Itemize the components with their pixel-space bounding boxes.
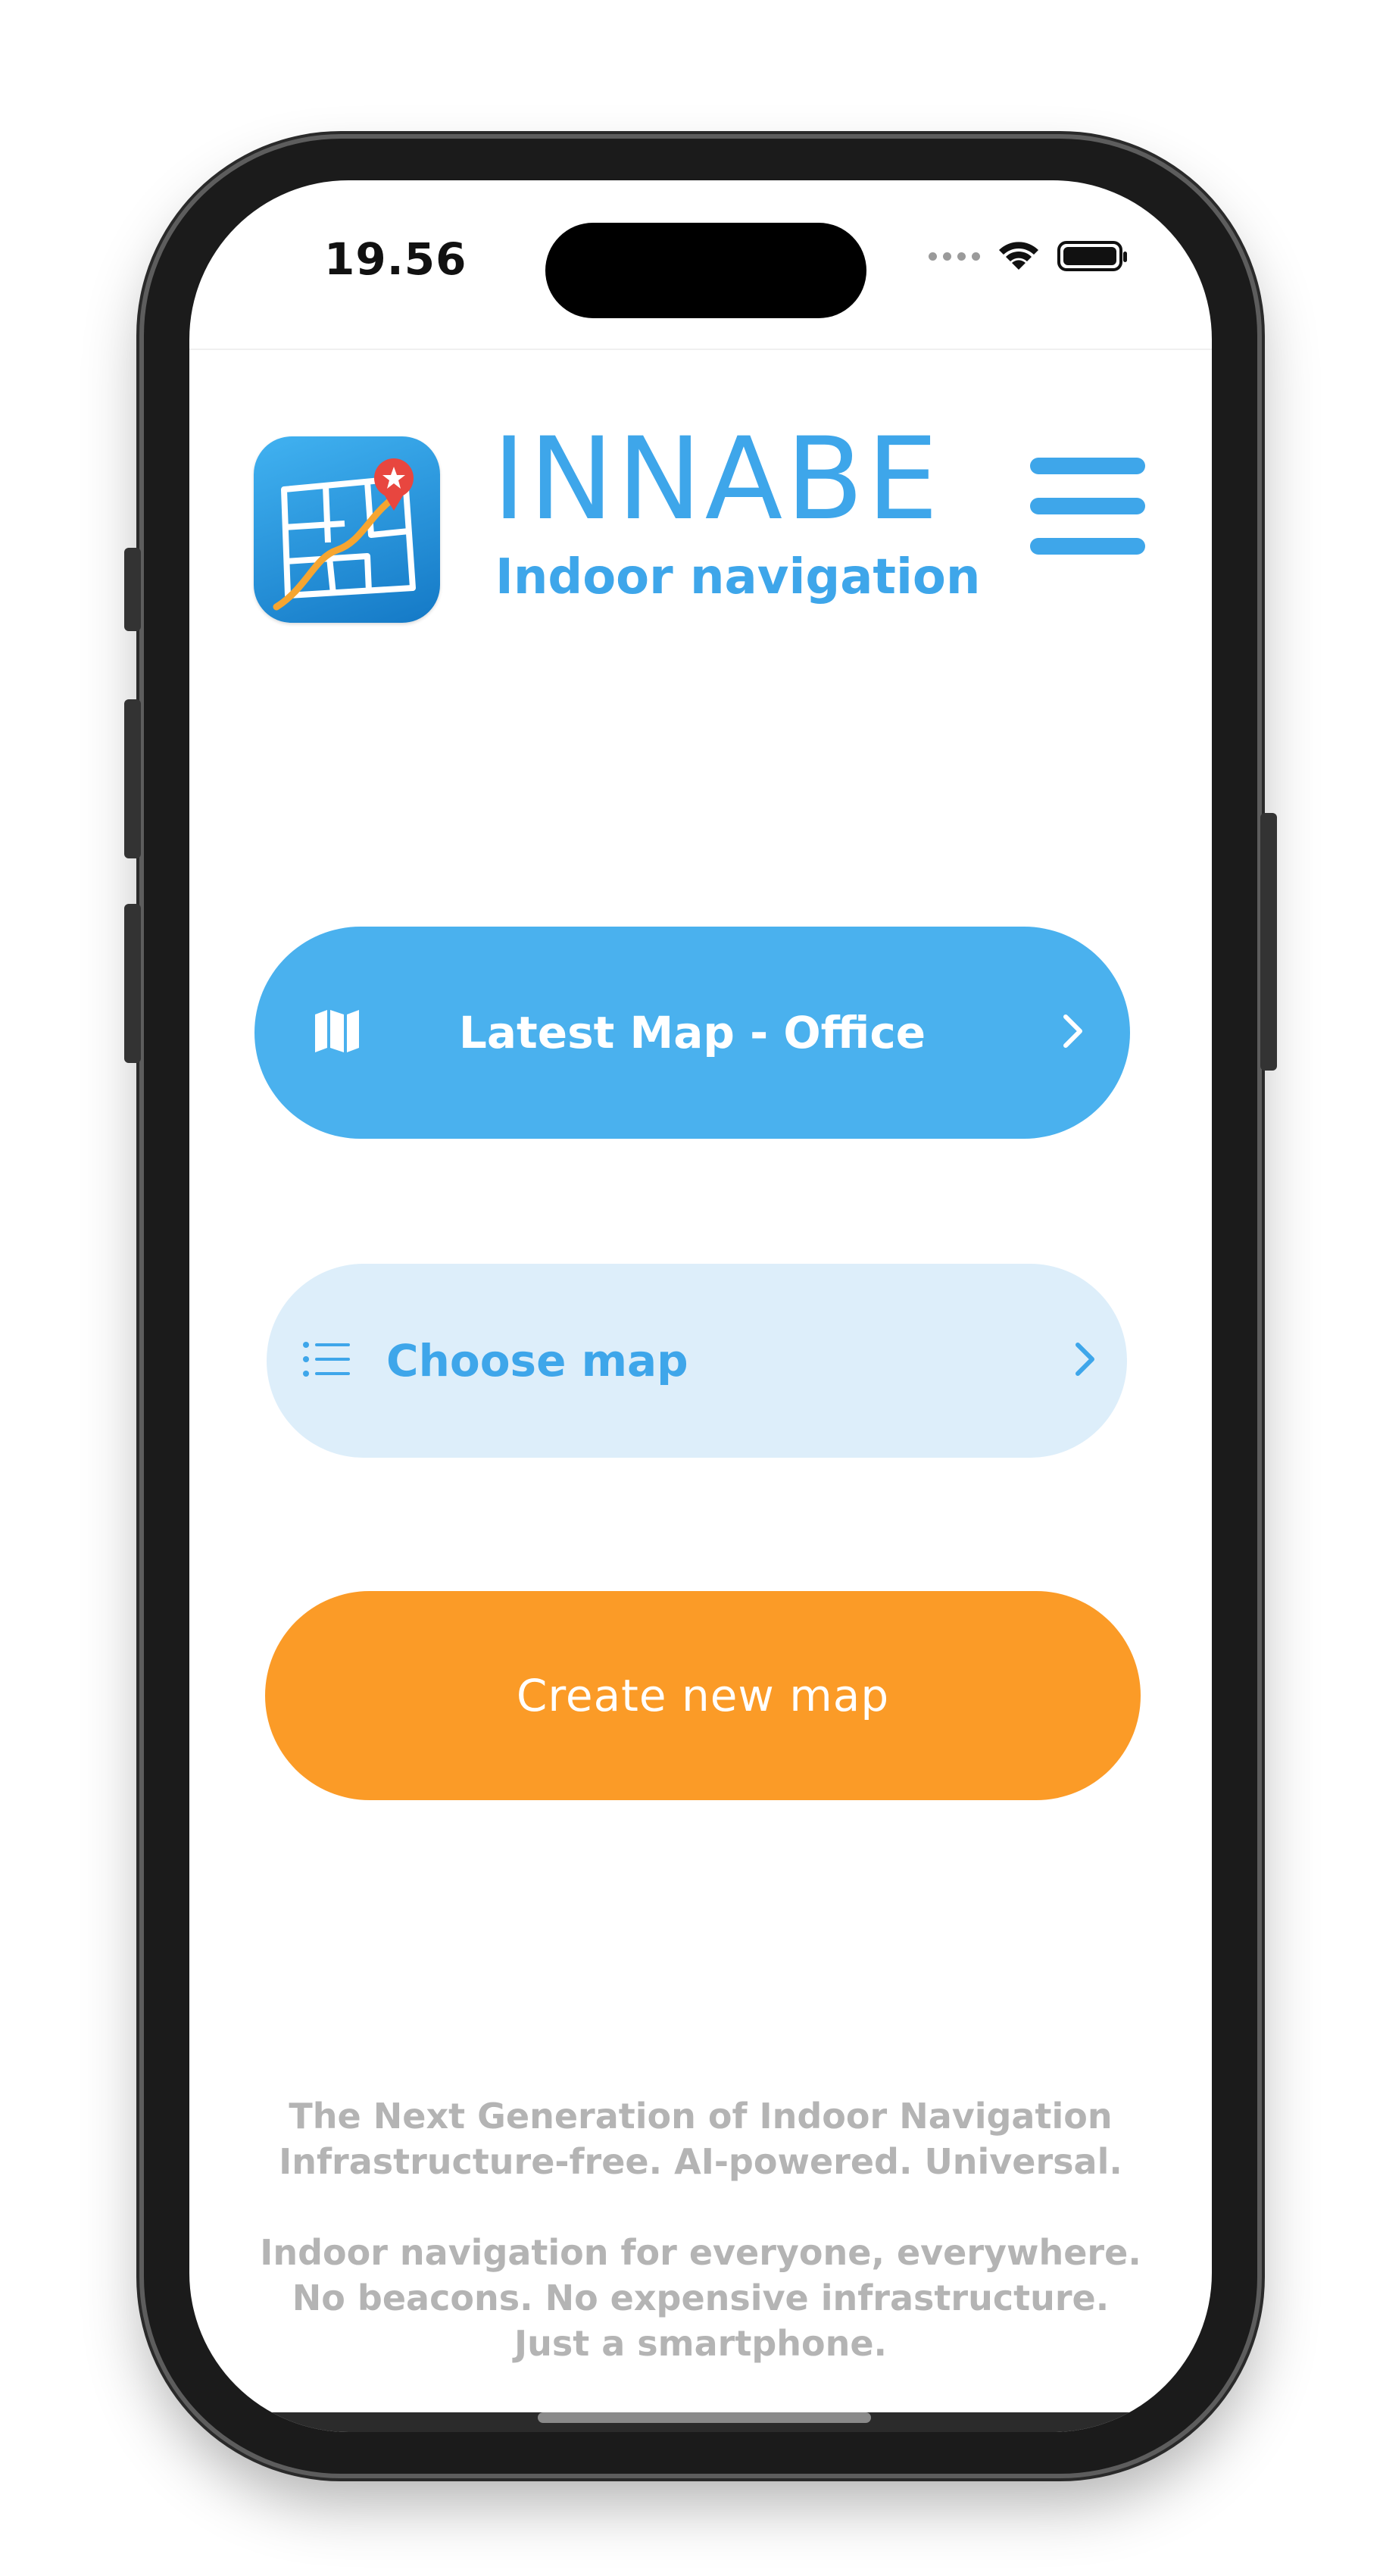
latest-map-label: Latest Map - Office xyxy=(458,1007,926,1058)
app-title: INNABE xyxy=(492,414,941,546)
map-route-icon xyxy=(254,436,440,623)
create-new-map-label: Create new map xyxy=(516,1670,890,1721)
wifi-icon xyxy=(999,242,1038,270)
status-divider xyxy=(189,349,1212,350)
latest-map-button[interactable]: Latest Map - Office xyxy=(254,927,1130,1139)
status-indicators xyxy=(929,239,1127,273)
choose-map-label: Choose map xyxy=(386,1335,688,1386)
cellular-signal-icon xyxy=(929,252,980,261)
chevron-right-icon xyxy=(1062,1013,1085,1052)
hamburger-menu-icon[interactable] xyxy=(1030,458,1145,555)
volume-down-button xyxy=(124,904,141,1063)
tagline-line: Just a smartphone. xyxy=(514,2323,888,2364)
volume-up-button xyxy=(124,699,141,858)
phone-frame: 19.56 INNABE Indoor navigation Latest Ma… xyxy=(124,139,1277,2474)
tagline-line: Indoor navigation for everyone, everywhe… xyxy=(260,2232,1141,2273)
home-indicator[interactable] xyxy=(538,2412,871,2423)
status-time: 19.56 xyxy=(324,233,467,285)
list-icon xyxy=(303,1342,350,1380)
create-new-map-button[interactable]: Create new map xyxy=(265,1591,1141,1800)
action-button xyxy=(124,548,141,631)
choose-map-button[interactable]: Choose map xyxy=(267,1264,1127,1458)
dynamic-island xyxy=(545,223,866,318)
tagline-line: No beacons. No expensive infrastructure. xyxy=(292,2277,1110,2318)
app-subtitle: Indoor navigation xyxy=(495,549,981,605)
power-button xyxy=(1260,813,1277,1071)
battery-icon xyxy=(1057,241,1127,271)
tagline-line: Infrastructure-free. AI-powered. Univers… xyxy=(279,2141,1122,2182)
tagline-footer: The Next Generation of Indoor Navigation… xyxy=(189,2093,1212,2366)
phone-screen: 19.56 INNABE Indoor navigation Latest Ma… xyxy=(189,180,1212,2432)
chevron-right-icon xyxy=(1074,1341,1097,1380)
tagline-line: The Next Generation of Indoor Navigation xyxy=(289,2096,1113,2137)
